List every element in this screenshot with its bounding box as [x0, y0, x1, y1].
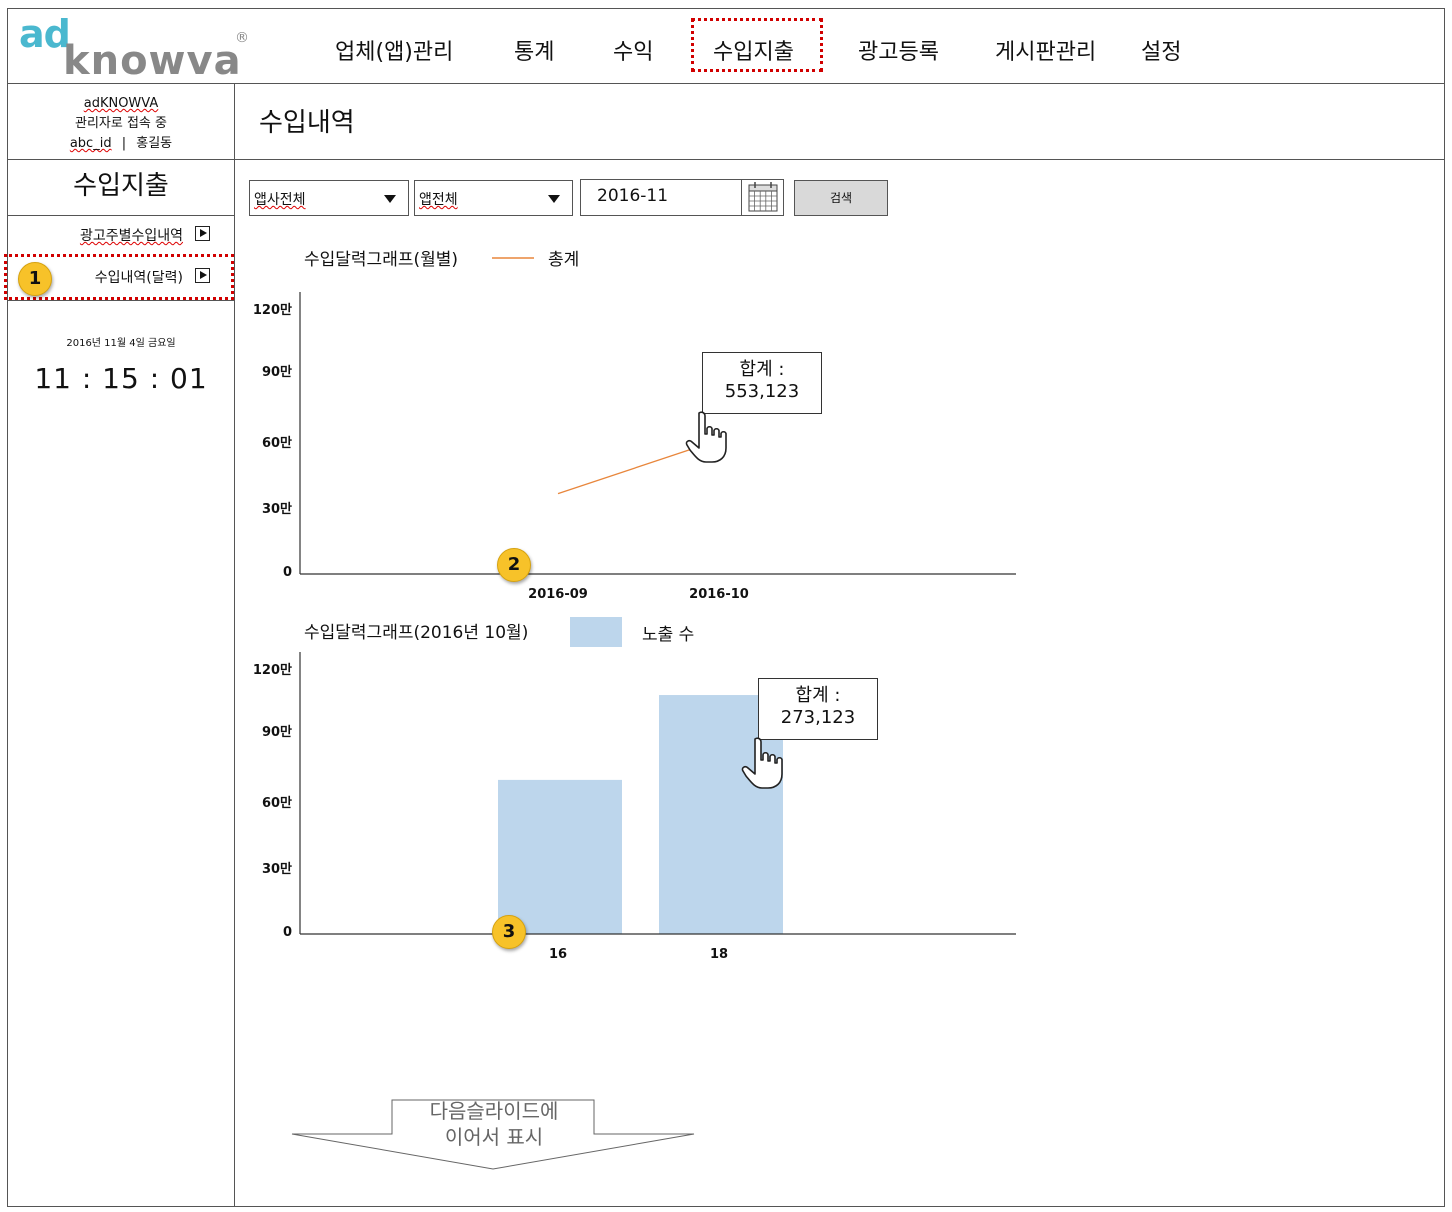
next-slide-line2: 이어서 표시 [444, 1125, 544, 1149]
chart2-bar [498, 779, 622, 934]
next-slide-line1: 다음슬라이드에 [429, 1099, 559, 1123]
chart2-tooltip: 합계 : 273,123 [758, 678, 878, 740]
hand-pointer-icon [741, 737, 783, 789]
next-slide-note: 다음슬라이드에 이어서 표시 [396, 1098, 592, 1150]
chart2-tooltip-label: 합계 : [795, 685, 841, 706]
chart2-tooltip-value: 273,123 [780, 707, 856, 728]
annotation-badge-3: 3 [492, 915, 526, 949]
chart2-plot [299, 652, 1016, 935]
